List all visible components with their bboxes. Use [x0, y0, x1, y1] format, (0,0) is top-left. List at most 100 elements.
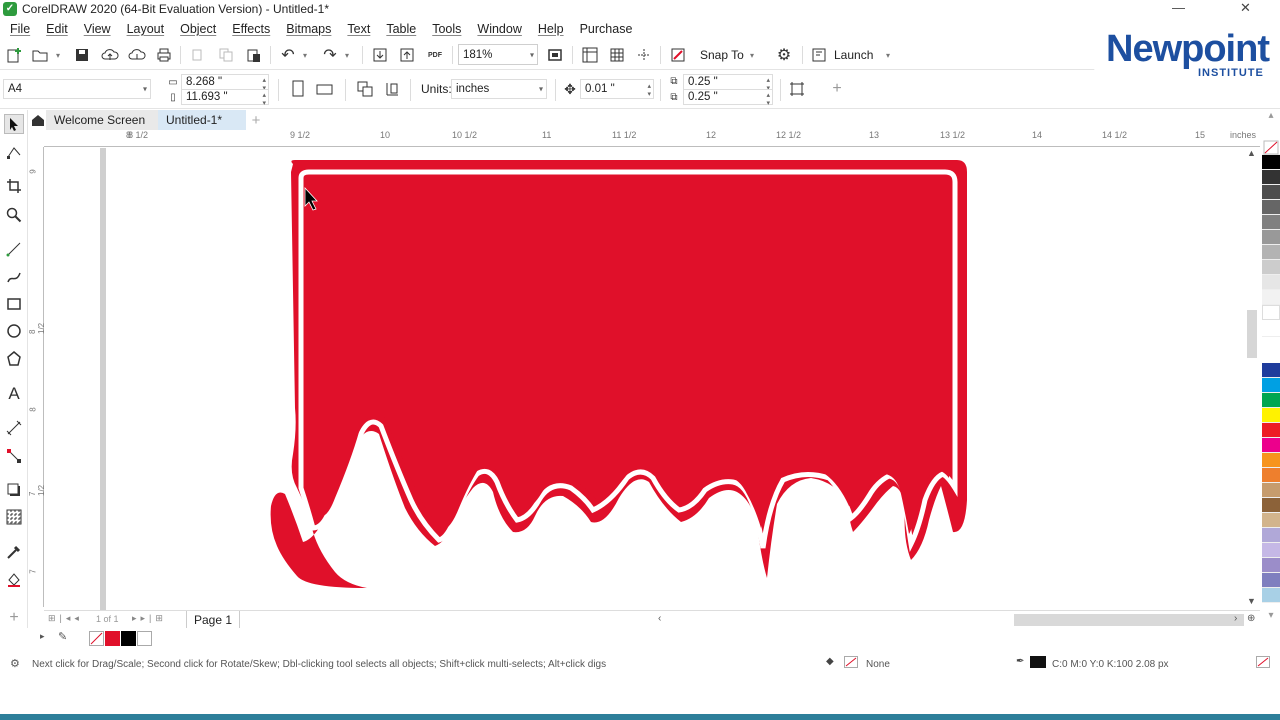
- units-select[interactable]: inches ▾: [451, 79, 547, 99]
- menu-layout[interactable]: Layout: [119, 22, 173, 36]
- paper-size-select[interactable]: A4 ▾: [3, 79, 151, 99]
- fill-swatch-none[interactable]: [844, 656, 858, 668]
- tab-untitled-1[interactable]: Untitled-1*: [158, 110, 246, 130]
- connector-tool-icon[interactable]: [4, 446, 24, 466]
- palette-swatch[interactable]: [1262, 498, 1280, 513]
- palette-swatch[interactable]: [1262, 215, 1280, 230]
- menu-view[interactable]: View: [76, 22, 119, 36]
- eyedropper-tool-icon[interactable]: [4, 542, 24, 562]
- page-height-field[interactable]: 11.693 " ▴ ▾: [181, 89, 269, 108]
- palette-swatch[interactable]: [1262, 305, 1280, 320]
- palette-swatch[interactable]: [1262, 483, 1280, 498]
- save-icon[interactable]: [72, 45, 92, 65]
- palette-swatch[interactable]: [1262, 170, 1280, 185]
- zoom-level-field[interactable]: 181% ▾: [458, 44, 538, 65]
- menu-tools[interactable]: Tools: [424, 22, 469, 36]
- launch-label[interactable]: Launch: [834, 48, 873, 62]
- show-grid-icon[interactable]: [607, 45, 627, 65]
- export-icon[interactable]: [397, 45, 417, 65]
- duplicate-y-spinner[interactable]: ▴ ▾: [766, 92, 770, 108]
- palette-swatch[interactable]: [1262, 363, 1280, 378]
- palette-swatch[interactable]: [1262, 453, 1280, 468]
- vertical-scrollbar[interactable]: ▲ ▼: [1245, 148, 1260, 610]
- palette-swatch[interactable]: [1262, 468, 1280, 483]
- undo-dropdown-icon[interactable]: ▾: [299, 45, 311, 65]
- open-folder-icon[interactable]: [30, 45, 50, 65]
- page-nav-next-last-icon[interactable]: ▸▸|⊞: [132, 613, 167, 624]
- palette-swatch-none[interactable]: [1262, 140, 1280, 155]
- menu-window[interactable]: Window: [469, 22, 529, 36]
- palette-scroll-down-icon[interactable]: ▾: [1262, 610, 1280, 625]
- scroll-up-icon[interactable]: ▲: [1247, 148, 1256, 158]
- current-page-icon[interactable]: [382, 79, 402, 99]
- artistic-media-icon[interactable]: [4, 267, 24, 287]
- duplicate-x-field[interactable]: 0.25 " ▴▾: [683, 74, 773, 92]
- menu-help[interactable]: Help: [530, 22, 572, 36]
- palette-swatch[interactable]: [1262, 378, 1280, 393]
- cut-icon[interactable]: [188, 45, 208, 65]
- portrait-icon[interactable]: [288, 79, 308, 99]
- interactive-fill-icon[interactable]: [4, 569, 24, 589]
- palette-scroll-up-icon[interactable]: ▴: [1262, 110, 1280, 130]
- text-tool-icon[interactable]: A: [4, 384, 24, 404]
- nudge-distance-field[interactable]: 0.01 " ▴ ▾: [580, 79, 654, 99]
- snap-to-dropdown-icon[interactable]: ▾: [746, 45, 758, 65]
- palette-swatch[interactable]: [1262, 588, 1280, 603]
- palette-swatch[interactable]: [1262, 408, 1280, 423]
- horizontal-scroll-thumb[interactable]: [1014, 614, 1244, 626]
- add-property-icon[interactable]: +: [827, 79, 847, 99]
- open-dropdown-icon[interactable]: ▾: [52, 45, 64, 65]
- show-guidelines-icon[interactable]: [634, 45, 654, 65]
- ellipse-tool-icon[interactable]: [4, 321, 24, 341]
- redo-icon[interactable]: ↷: [320, 45, 340, 65]
- nudge-spinner[interactable]: ▴ ▾: [647, 83, 651, 99]
- page-height-spinner[interactable]: ▴ ▾: [262, 92, 266, 108]
- page-width-field[interactable]: 8.268 " ▴▾: [181, 74, 269, 92]
- paper-size-dropdown-icon[interactable]: ▾: [143, 85, 147, 94]
- menu-table[interactable]: Table: [378, 22, 424, 36]
- customize-toolbox-icon[interactable]: +: [4, 608, 24, 628]
- menu-file[interactable]: File: [2, 22, 38, 36]
- redo-dropdown-icon[interactable]: ▾: [341, 45, 353, 65]
- palette-swatch[interactable]: [1262, 573, 1280, 588]
- transparency-tool-icon[interactable]: [4, 507, 24, 527]
- cloud-share-icon[interactable]: [127, 45, 147, 65]
- duplicate-y-field[interactable]: 0.25 " ▴ ▾: [683, 89, 773, 108]
- full-screen-icon[interactable]: [545, 45, 565, 65]
- page-frame-icon[interactable]: [787, 79, 807, 99]
- palette-swatch[interactable]: [1262, 185, 1280, 200]
- copy-icon[interactable]: [216, 45, 236, 65]
- palette-swatch[interactable]: [1262, 513, 1280, 528]
- palette-swatch[interactable]: [1262, 275, 1280, 290]
- doc-palette-eyedropper-icon[interactable]: ✎: [58, 630, 67, 643]
- minimize-icon[interactable]: —: [1172, 0, 1185, 15]
- menu-text[interactable]: Text: [339, 22, 378, 36]
- palette-swatch[interactable]: [1262, 200, 1280, 215]
- import-icon[interactable]: [370, 45, 390, 65]
- outline-color-swatch[interactable]: [1030, 656, 1046, 668]
- menu-object[interactable]: Object: [172, 22, 224, 36]
- page-1-tab[interactable]: Page 1: [186, 611, 240, 629]
- drop-shadow-icon[interactable]: [4, 480, 24, 500]
- launch-dropdown-icon[interactable]: ▾: [882, 45, 894, 65]
- zoom-navigator-icon[interactable]: ⊕: [1247, 613, 1255, 624]
- freehand-tool-icon[interactable]: [4, 239, 24, 259]
- page-nav-first-prev-icon[interactable]: ⊞|◂◂: [48, 613, 83, 624]
- palette-swatch[interactable]: [1262, 528, 1280, 543]
- landscape-icon[interactable]: [315, 79, 335, 99]
- show-rulers-icon[interactable]: [580, 45, 600, 65]
- palette-swatch[interactable]: [1262, 260, 1280, 275]
- palette-swatch[interactable]: [1262, 393, 1280, 408]
- doc-swatch-red[interactable]: [105, 631, 120, 646]
- paste-icon[interactable]: [244, 45, 264, 65]
- undo-icon[interactable]: ↶: [278, 45, 298, 65]
- crop-tool-icon[interactable]: [4, 176, 24, 196]
- menu-purchase[interactable]: Purchase: [572, 22, 641, 36]
- drip-shape-artwork[interactable]: [45, 148, 1245, 610]
- launch-icon[interactable]: [809, 45, 829, 65]
- menu-bitmaps[interactable]: Bitmaps: [278, 22, 339, 36]
- alignment-guides-icon[interactable]: [668, 45, 688, 65]
- doc-swatch-white[interactable]: [137, 631, 152, 646]
- hscroll-right-icon[interactable]: ›: [1234, 613, 1237, 624]
- snap-to-label[interactable]: Snap To: [700, 48, 744, 62]
